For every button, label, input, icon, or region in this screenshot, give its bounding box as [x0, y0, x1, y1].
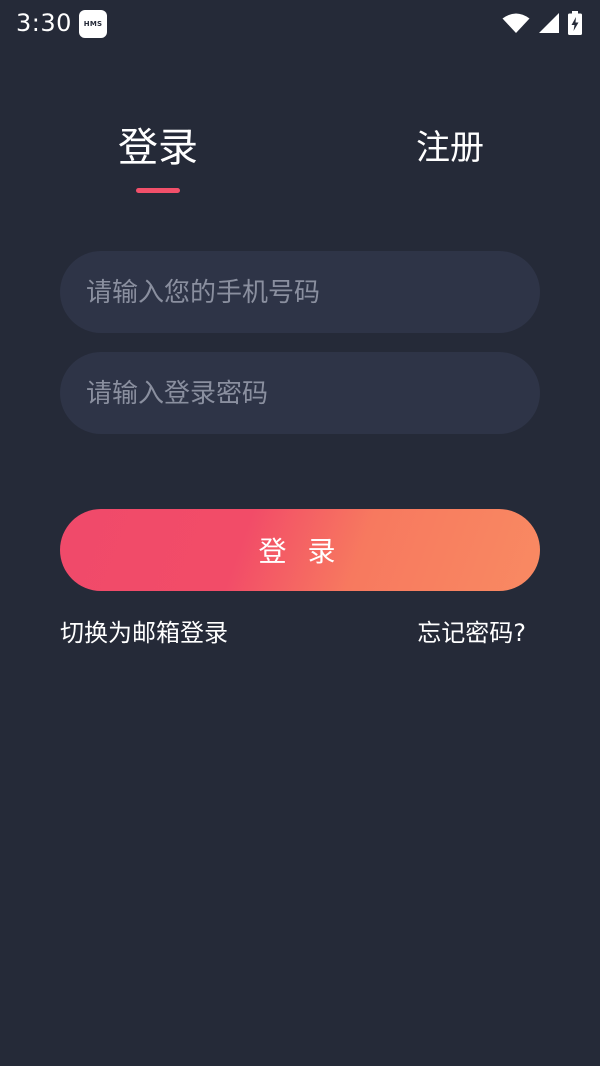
- password-input[interactable]: [84, 352, 520, 436]
- active-tab-indicator: [136, 188, 180, 193]
- switch-to-email-login-link[interactable]: 切换为邮箱登录: [60, 615, 228, 651]
- status-bar: 3:30 HMS: [0, 0, 600, 48]
- status-icons: [502, 10, 582, 36]
- phone-field: [60, 251, 540, 335]
- auth-tabs: 登录 注册: [0, 118, 600, 198]
- phone-input[interactable]: [84, 251, 520, 335]
- wifi-icon: [502, 13, 530, 33]
- status-time: 3:30: [16, 9, 72, 37]
- password-field: [60, 352, 540, 436]
- forgot-password-link[interactable]: 忘记密码?: [417, 615, 526, 651]
- tab-login[interactable]: 登录: [118, 118, 198, 178]
- login-button[interactable]: 登 录: [60, 509, 540, 591]
- cellular-signal-icon: [539, 13, 559, 33]
- battery-charging-icon: [568, 11, 582, 35]
- hms-icon: HMS: [79, 10, 107, 38]
- tab-register[interactable]: 注册: [416, 118, 484, 178]
